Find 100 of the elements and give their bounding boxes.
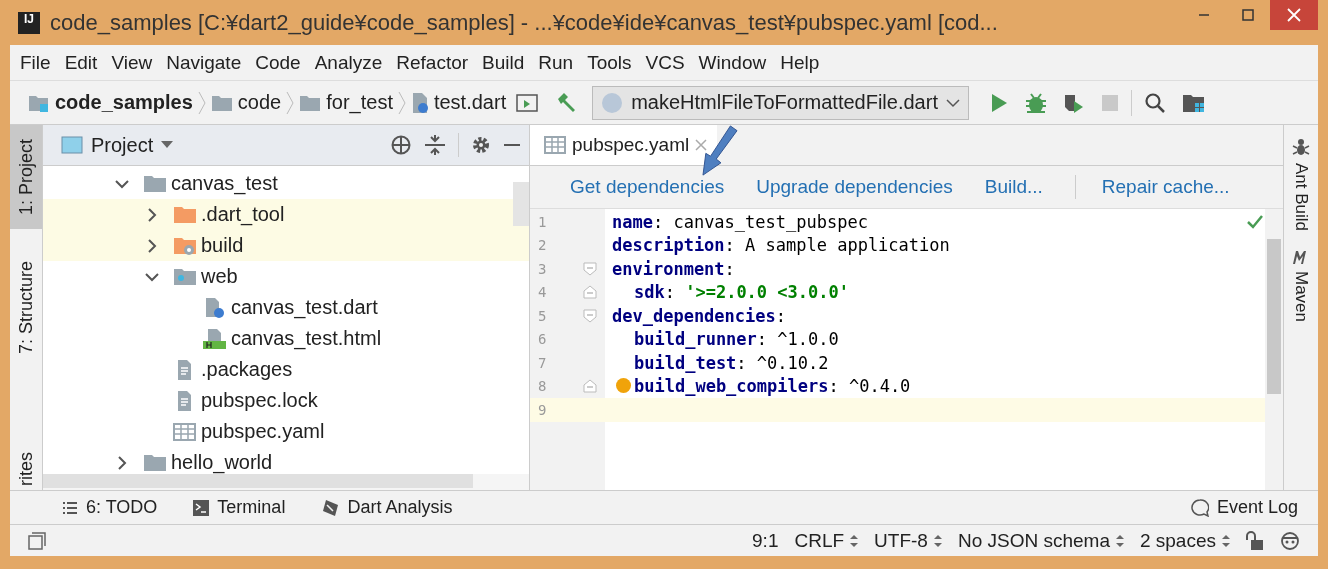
- list-icon: [62, 500, 78, 515]
- chevron-right-icon[interactable]: [145, 207, 159, 222]
- menu-item[interactable]: VCS: [645, 51, 693, 74]
- inspector-face-icon[interactable]: [1280, 529, 1300, 552]
- table-file-icon: [173, 421, 197, 442]
- menu-item[interactable]: Help: [780, 51, 828, 74]
- crosshair-icon[interactable]: [390, 134, 412, 156]
- maximize-icon: [1242, 9, 1254, 21]
- tool-window-tab[interactable]: 7: Structure: [10, 247, 42, 369]
- padlock-icon[interactable]: [1246, 530, 1264, 551]
- tree-item[interactable]: web: [173, 265, 238, 288]
- run-configuration-dropdown[interactable]: makeHtmlFileToFormattedFile.dart: [592, 85, 969, 120]
- tree-item[interactable]: canvas_test: [143, 172, 278, 195]
- menu-item[interactable]: Code: [255, 51, 309, 74]
- status-item[interactable]: No JSON schema: [957, 529, 1124, 552]
- breadcrumb[interactable]: code_samples: [28, 91, 193, 114]
- editor-tab[interactable]: pubspec.yaml: [530, 125, 718, 165]
- status-item[interactable]: 2 spaces: [1139, 529, 1230, 552]
- menu-item[interactable]: Edit: [64, 51, 106, 74]
- code-line: name: canvas_test_pubspec: [612, 211, 868, 232]
- line-number: 9: [537, 401, 548, 418]
- code-line: build_runner: ^1.0.0: [634, 329, 839, 350]
- annotation-arrow: [700, 125, 740, 177]
- close-button[interactable]: [1270, 0, 1318, 30]
- chevron-right-icon[interactable]: [115, 455, 129, 470]
- app-logo: IJ: [18, 11, 40, 34]
- window-play-icon[interactable]: [516, 92, 539, 113]
- chevron-right-icon[interactable]: [145, 238, 159, 253]
- web-folder-icon: [173, 266, 197, 287]
- menu-item[interactable]: File: [20, 51, 59, 74]
- tool-window-tab[interactable]: Terminal: [193, 497, 286, 518]
- line-number: 6: [537, 331, 548, 348]
- menu-item[interactable]: View: [111, 51, 161, 74]
- line-number: 2: [537, 237, 548, 254]
- line-number: 8: [537, 378, 548, 395]
- tool-window-tab[interactable]: Dart Analysis: [321, 497, 453, 518]
- collapse-all-icon[interactable]: [424, 134, 446, 156]
- menu-item[interactable]: Navigate: [166, 51, 250, 74]
- tool-window-tab[interactable]: Ant Build: [1291, 137, 1311, 232]
- tree-item[interactable]: canvas_test.html: [203, 327, 382, 350]
- updown-arrows-icon: [850, 533, 859, 548]
- scrollbar-thumb[interactable]: [513, 182, 529, 226]
- action-link[interactable]: Build...: [984, 176, 1043, 198]
- tree-item[interactable]: pubspec.yaml: [173, 420, 325, 443]
- dart-file-icon: [410, 91, 429, 114]
- code-line: environment:: [612, 258, 735, 279]
- bug-icon[interactable]: [1024, 91, 1047, 114]
- table-file-icon: [544, 136, 566, 154]
- breadcrumb[interactable]: for_test: [299, 91, 393, 114]
- scrollbar-thumb[interactable]: [43, 474, 473, 488]
- menu-item[interactable]: Analyze: [314, 51, 391, 74]
- menu-item[interactable]: Refactor: [396, 51, 477, 74]
- menu-item[interactable]: Tools: [587, 51, 640, 74]
- code-line: build_test: ^0.10.2: [634, 352, 829, 373]
- code-line: sdk: '>=2.0.0 <3.0.0': [634, 282, 849, 303]
- folder-icon: [210, 93, 233, 112]
- line-number: 3: [537, 260, 548, 277]
- tool-window-tab[interactable]: rites: [10, 438, 42, 490]
- tree-item[interactable]: .dart_tool: [173, 203, 285, 226]
- action-link[interactable]: Get dependencies: [570, 176, 725, 198]
- ant-icon: [1292, 137, 1310, 157]
- tool-window-tab[interactable]: Maven: [1291, 249, 1311, 323]
- intention-bulb-icon[interactable]: [616, 378, 631, 394]
- tree-item[interactable]: hello_world: [143, 451, 273, 474]
- breadcrumb[interactable]: test.dart: [410, 91, 507, 114]
- line-number: 4: [537, 284, 548, 301]
- tree-item[interactable]: build: [173, 234, 244, 257]
- tree-item[interactable]: pubspec.lock: [173, 389, 318, 412]
- window-title: code_samples [C:¥dart2_guide¥code_samples] - ...¥code¥ide¥canvas_test¥pubspec.yaml [cod...: [50, 9, 998, 36]
- tool-windows-icon[interactable]: [28, 531, 46, 550]
- updown-arrows-icon: [933, 533, 942, 548]
- tree-item[interactable]: .packages: [173, 358, 293, 381]
- code-line: description: A sample application: [612, 235, 950, 256]
- tool-window-tab[interactable]: 1: Project: [10, 125, 42, 230]
- search-icon[interactable]: [1143, 91, 1166, 114]
- project-view-dropdown[interactable]: Project: [61, 133, 174, 157]
- fold-marker-icon[interactable]: [583, 285, 597, 300]
- caret-icon: [161, 141, 174, 149]
- settings-icon[interactable]: [471, 135, 491, 155]
- breadcrumb[interactable]: code: [210, 91, 282, 114]
- status-item[interactable]: CRLF: [794, 529, 859, 552]
- status-item[interactable]: UTF-8: [874, 529, 942, 552]
- folder-icon: [143, 173, 167, 194]
- tool-window-tab[interactable]: 6: TODO: [62, 497, 158, 518]
- tree-item[interactable]: canvas_test.dart: [203, 296, 378, 319]
- action-link[interactable]: Repair cache...: [1101, 176, 1230, 198]
- menu-item[interactable]: Build: [482, 51, 533, 74]
- fold-marker-icon[interactable]: [583, 308, 597, 323]
- fold-marker-icon[interactable]: [583, 261, 597, 276]
- action-link[interactable]: Upgrade dependencies: [756, 176, 953, 198]
- folder-icon: [299, 93, 322, 112]
- menu-item[interactable]: Window: [698, 51, 775, 74]
- close-icon[interactable]: [695, 139, 708, 151]
- menu-item[interactable]: Run: [538, 51, 582, 74]
- event-log-button[interactable]: Event Log: [1190, 497, 1298, 518]
- checkmark-icon: [1247, 215, 1263, 229]
- scrollbar-thumb[interactable]: [1267, 239, 1281, 394]
- status-item[interactable]: 9:1: [752, 529, 779, 552]
- html-file-icon: [203, 327, 227, 350]
- fold-marker-icon[interactable]: [583, 379, 597, 394]
